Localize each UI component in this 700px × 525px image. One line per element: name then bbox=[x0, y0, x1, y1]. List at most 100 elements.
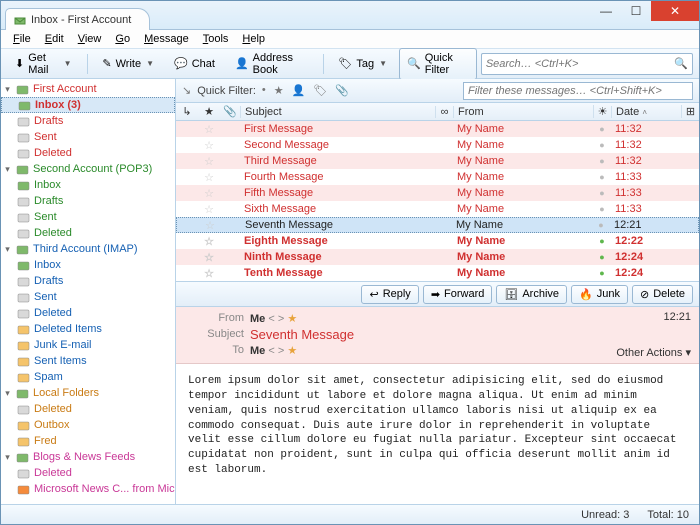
message-row[interactable]: ☆ Third Message My Name 11:32 bbox=[176, 153, 699, 169]
status-dot-icon[interactable] bbox=[592, 219, 610, 231]
message-row[interactable]: ☆ Second Message My Name 11:32 bbox=[176, 137, 699, 153]
minimize-button[interactable]: — bbox=[591, 1, 621, 21]
col-picker[interactable]: ⊞ bbox=[681, 105, 699, 118]
preview-to[interactable]: Me < > ★ bbox=[250, 344, 297, 357]
delete-button[interactable]: ⊘Delete bbox=[632, 285, 693, 304]
archive-button[interactable]: 🗄Archive bbox=[496, 285, 567, 304]
folder-row[interactable]: Outbox bbox=[1, 417, 175, 433]
junk-button[interactable]: 🔥Junk bbox=[571, 285, 628, 304]
folder-row[interactable]: Microsoft News C... from Microsoft bbox=[1, 481, 175, 497]
menu-go[interactable]: Go bbox=[109, 31, 136, 47]
star-icon[interactable]: ☆ bbox=[198, 123, 220, 136]
close-button[interactable]: ✕ bbox=[651, 1, 699, 21]
menu-message[interactable]: Message bbox=[138, 31, 195, 47]
status-dot-icon[interactable] bbox=[593, 187, 611, 199]
attachment-icon[interactable]: 📎 bbox=[335, 84, 349, 97]
address-book-button[interactable]: 👤Address Book bbox=[227, 48, 316, 80]
star-icon[interactable]: ☆ bbox=[198, 267, 220, 280]
star-icon[interactable]: ★ bbox=[287, 345, 297, 357]
maximize-button[interactable]: ☐ bbox=[621, 1, 651, 21]
star-icon[interactable]: ★ bbox=[274, 84, 284, 97]
star-icon[interactable]: ☆ bbox=[198, 171, 220, 184]
star-icon[interactable]: ☆ bbox=[198, 187, 220, 200]
global-search[interactable]: 🔍 bbox=[481, 53, 693, 75]
status-dot-icon[interactable] bbox=[593, 267, 611, 279]
tag-button[interactable]: 🏷Tag▼ bbox=[330, 53, 395, 74]
star-icon[interactable]: ☆ bbox=[198, 139, 220, 152]
status-dot-icon[interactable] bbox=[593, 123, 611, 135]
folder-row[interactable]: Deleted bbox=[1, 145, 175, 161]
menu-help[interactable]: Help bbox=[236, 31, 271, 47]
twisty-icon[interactable]: ▾ bbox=[3, 244, 12, 255]
status-dot-icon[interactable] bbox=[593, 139, 611, 151]
status-dot-icon[interactable] bbox=[593, 235, 611, 247]
chat-button[interactable]: 💬Chat bbox=[166, 53, 223, 74]
col-star[interactable]: ★ bbox=[198, 105, 220, 118]
message-row[interactable]: ☆ Tenth Message My Name 12:24 bbox=[176, 265, 699, 281]
twisty-icon[interactable]: ▾ bbox=[3, 84, 12, 95]
search-input[interactable] bbox=[486, 58, 674, 70]
star-icon[interactable]: ☆ bbox=[198, 235, 220, 248]
folder-row[interactable]: Inbox bbox=[1, 177, 175, 193]
dot-icon[interactable]: • bbox=[262, 84, 266, 97]
folder-row[interactable]: Inbox (3) bbox=[1, 97, 175, 113]
status-dot-icon[interactable] bbox=[593, 171, 611, 183]
filter-input[interactable] bbox=[463, 82, 693, 100]
tag-icon[interactable]: 🏷 bbox=[313, 84, 327, 97]
folder-row[interactable]: Spam bbox=[1, 369, 175, 385]
star-icon[interactable]: ☆ bbox=[198, 251, 220, 264]
status-dot-icon[interactable] bbox=[593, 155, 611, 167]
col-from[interactable]: From bbox=[453, 106, 593, 118]
col-thread[interactable]: ↳ bbox=[176, 105, 198, 118]
other-actions-button[interactable]: Other Actions ▾ bbox=[616, 346, 691, 359]
status-dot-icon[interactable] bbox=[593, 251, 611, 263]
col-status[interactable]: ☀ bbox=[593, 105, 611, 118]
menu-tools[interactable]: Tools bbox=[197, 31, 235, 47]
folder-row[interactable]: Sent bbox=[1, 209, 175, 225]
folder-row[interactable]: Sent bbox=[1, 129, 175, 145]
message-row[interactable]: ☆ Fourth Message My Name 11:33 bbox=[176, 169, 699, 185]
message-row[interactable]: ☆ Eighth Message My Name 12:22 bbox=[176, 233, 699, 249]
reply-button[interactable]: ↩Reply bbox=[361, 285, 418, 304]
col-read[interactable]: ∞ bbox=[435, 106, 453, 118]
menu-edit[interactable]: Edit bbox=[39, 31, 70, 47]
folder-row[interactable]: Fred bbox=[1, 433, 175, 449]
account-row[interactable]: ▾Blogs & News Feeds bbox=[1, 449, 175, 465]
contact-icon[interactable]: 👤 bbox=[292, 84, 306, 97]
folder-row[interactable]: Deleted bbox=[1, 465, 175, 481]
folder-tree[interactable]: ▾First AccountInbox (3)DraftsSentDeleted… bbox=[1, 79, 176, 504]
account-row[interactable]: ▾Local Folders bbox=[1, 385, 175, 401]
account-row[interactable]: ▾Second Account (POP3) bbox=[1, 161, 175, 177]
folder-row[interactable]: Inbox bbox=[1, 257, 175, 273]
write-button[interactable]: ✎Write▼ bbox=[94, 53, 162, 74]
search-icon[interactable]: 🔍 bbox=[674, 57, 688, 70]
status-dot-icon[interactable] bbox=[593, 203, 611, 215]
menu-file[interactable]: File bbox=[7, 31, 37, 47]
pin-icon[interactable]: ↘ bbox=[182, 84, 191, 97]
message-row[interactable]: ☆ Sixth Message My Name 11:33 bbox=[176, 201, 699, 217]
folder-row[interactable]: Deleted Items bbox=[1, 321, 175, 337]
star-icon[interactable]: ☆ bbox=[198, 203, 220, 216]
star-icon[interactable]: ☆ bbox=[199, 219, 221, 232]
col-date[interactable]: Date ˄ bbox=[611, 106, 681, 118]
preview-from[interactable]: Me < > ★ bbox=[250, 312, 297, 325]
folder-row[interactable]: Sent Items bbox=[1, 353, 175, 369]
folder-row[interactable]: Deleted bbox=[1, 305, 175, 321]
twisty-icon[interactable]: ▾ bbox=[3, 452, 12, 463]
preview-body[interactable]: Lorem ipsum dolor sit amet, consectetur … bbox=[176, 364, 699, 504]
star-icon[interactable]: ☆ bbox=[198, 155, 220, 168]
folder-row[interactable]: Deleted bbox=[1, 225, 175, 241]
twisty-icon[interactable]: ▾ bbox=[3, 164, 12, 175]
folder-row[interactable]: Drafts bbox=[1, 113, 175, 129]
folder-row[interactable]: Sent bbox=[1, 289, 175, 305]
col-attachment[interactable]: 📎 bbox=[220, 105, 240, 118]
account-row[interactable]: ▾Third Account (IMAP) bbox=[1, 241, 175, 257]
folder-row[interactable]: Drafts bbox=[1, 193, 175, 209]
account-row[interactable]: ▾First Account bbox=[1, 81, 175, 97]
star-icon[interactable]: ★ bbox=[287, 313, 297, 325]
message-row[interactable]: ☆ Fifth Message My Name 11:33 bbox=[176, 185, 699, 201]
forward-button[interactable]: ➡Forward bbox=[423, 285, 493, 304]
quick-filter-button[interactable]: 🔍Quick Filter bbox=[399, 48, 477, 80]
message-row[interactable]: ☆ First Message My Name 11:32 bbox=[176, 121, 699, 137]
message-row[interactable]: ☆ Seventh Message My Name 12:21 bbox=[176, 217, 699, 233]
